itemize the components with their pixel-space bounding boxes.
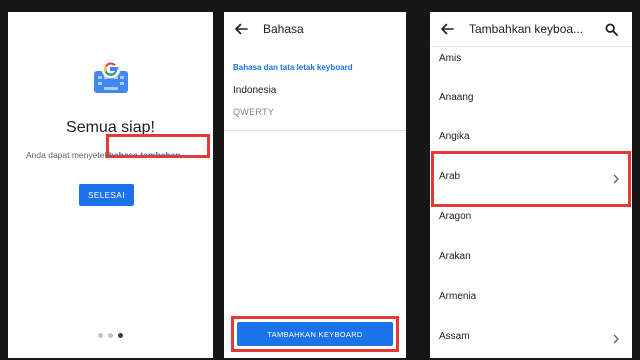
list-item[interactable]: Assam — [430, 317, 632, 356]
language-item-name[interactable]: Indonesia — [233, 85, 276, 96]
setup-subtitle: Anda dapat menyetel bahasa tambahan — [26, 150, 181, 160]
list-item-arab[interactable]: Arab — [430, 157, 632, 196]
list-item[interactable]: Aragon — [430, 197, 632, 236]
page-title: Bahasa — [263, 22, 304, 36]
page-dot — [108, 333, 113, 338]
list-item-label: Arakan — [439, 251, 471, 262]
language-settings-screen: Bahasa Bahasa dan tata letak keyboard In… — [224, 12, 406, 358]
list-item-label: Assam — [439, 331, 470, 342]
page-dot — [98, 333, 103, 338]
list-item[interactable]: Armenia — [430, 277, 632, 316]
list-item-label: Angika — [439, 131, 470, 142]
page-title: Semua siap! — [66, 119, 155, 136]
additional-languages-link[interactable]: bahasa tambahan — [109, 150, 181, 160]
search-icon[interactable] — [605, 23, 618, 36]
arrow-back-icon[interactable] — [234, 22, 248, 36]
list-item[interactable]: Amis — [430, 39, 632, 78]
arrow-back-icon[interactable] — [440, 22, 454, 36]
list-item[interactable]: Anaang — [430, 78, 632, 117]
page-dot-active — [118, 333, 123, 338]
app-bar: Bahasa — [224, 12, 406, 46]
list-item-label: Anaang — [439, 92, 474, 103]
chevron-right-icon — [612, 171, 620, 184]
language-item-layout: QWERTY — [233, 107, 275, 117]
setup-complete-screen: Semua siap! Anda dapat menyetel bahasa t… — [8, 12, 213, 358]
section-header: Bahasa dan tata letak keyboard — [233, 63, 353, 72]
list-item-label: Amis — [439, 53, 462, 64]
done-button[interactable]: SELESAI — [79, 184, 134, 206]
list-item-label: Arab — [439, 171, 461, 182]
page-indicator — [8, 333, 213, 338]
list-item[interactable]: Angika — [430, 117, 632, 156]
divider — [224, 130, 406, 131]
list-item-label: Armenia — [439, 291, 477, 302]
subtitle-text: Anda dapat menyetel — [26, 150, 109, 160]
gboard-logo-icon — [91, 57, 131, 97]
add-keyboard-button[interactable]: TAMBAHKAN KEYBOARD — [237, 322, 393, 346]
list-item-label: Aragon — [439, 211, 472, 222]
list-item[interactable]: Arakan — [430, 237, 632, 276]
page-title: Tambahkan keyboa... — [469, 22, 584, 36]
chevron-right-icon — [612, 331, 620, 344]
add-keyboard-screen: Tambahkan keyboa... Amis Anaang Angika A… — [430, 12, 632, 358]
